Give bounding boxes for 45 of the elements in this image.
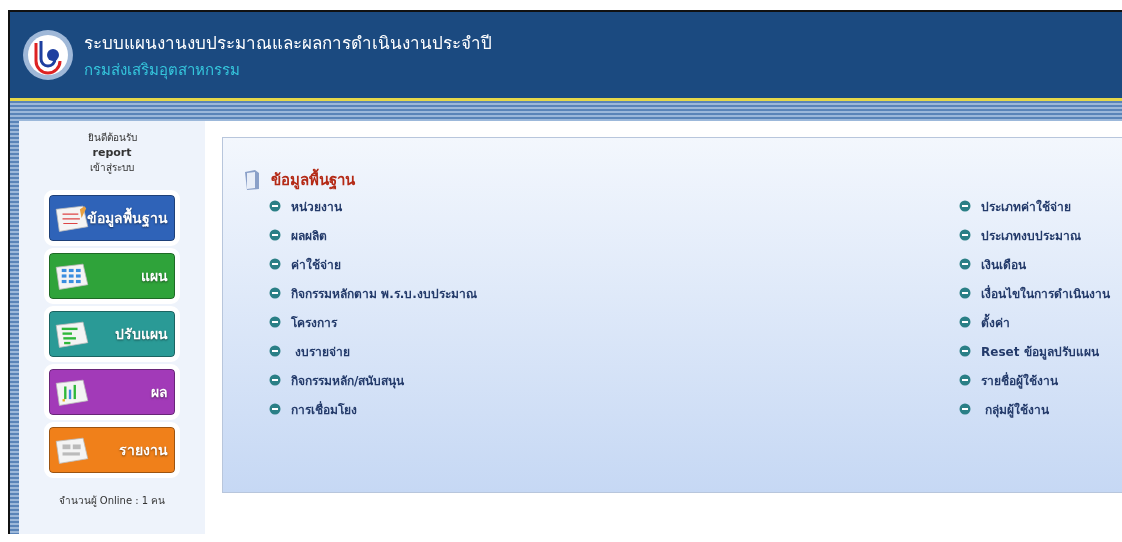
minus-bullet-icon [959, 229, 971, 241]
document-icon [53, 319, 91, 349]
menu-link[interactable]: โครงการ [269, 314, 477, 330]
document-icon [53, 261, 91, 291]
username: report [92, 145, 132, 161]
menu-link[interactable]: กิจกรรมหลักตาม พ.ร.บ.งบประมาณ [269, 285, 477, 301]
menu-link[interactable]: กิจกรรมหลัก/สนับสนุน [269, 372, 477, 388]
minus-bullet-icon [269, 345, 281, 357]
document-icon [53, 435, 91, 465]
minus-bullet-icon [269, 403, 281, 415]
menu-link[interactable]: ประเภทงบประมาณ [959, 227, 1110, 243]
minus-bullet-icon [269, 316, 281, 328]
minus-bullet-icon [269, 200, 281, 212]
app-title: ระบบแผนงานงบประมาณและผลการดำเนินงานประจำปี [84, 31, 492, 55]
menu-link[interactable]: ประเภทค่าใช้จ่าย [959, 198, 1110, 214]
logo-icon [22, 29, 74, 81]
menu-link[interactable]: ตั้งค่า [959, 314, 1110, 330]
minus-bullet-icon [959, 403, 971, 415]
minus-bullet-icon [269, 229, 281, 241]
menu-link[interactable]: หน่วยงาน [269, 198, 477, 214]
menu-link[interactable]: เงื่อนไขในการดำเนินงาน [959, 285, 1110, 301]
section-title: ข้อมูลพื้นฐาน [271, 168, 355, 192]
minus-bullet-icon [959, 287, 971, 299]
menu-link[interactable]: การเชื่อมโยง [269, 401, 477, 417]
minus-bullet-icon [959, 374, 971, 386]
menu-link[interactable]: กลุ่มผู้ใช้งาน [959, 401, 1110, 417]
document-icon [53, 377, 91, 407]
minus-bullet-icon [959, 345, 971, 357]
menu-link[interactable]: Reset ข้อมูลปรับแผน [959, 343, 1110, 359]
department-name: กรมส่งเสริมอุตสาหกรรม [84, 59, 241, 82]
menu-link[interactable]: ค่าใช้จ่าย [269, 256, 477, 272]
welcome-text: ยินดีต้อนรับ [87, 131, 137, 145]
minus-bullet-icon [269, 287, 281, 299]
menu-link[interactable]: ผลผลิต [269, 227, 477, 243]
menu-link[interactable]: เงินเดือน [959, 256, 1110, 272]
minus-bullet-icon [959, 316, 971, 328]
login-status: เข้าสู่ระบบ [90, 161, 134, 175]
minus-bullet-icon [269, 258, 281, 270]
minus-bullet-icon [959, 200, 971, 212]
folder-icon [243, 169, 261, 191]
online-count: จำนวนผู้ Online : 1 คน [58, 494, 166, 508]
menu-link[interactable]: รายชื่อผู้ใช้งาน [959, 372, 1110, 388]
minus-bullet-icon [959, 258, 971, 270]
minus-bullet-icon [269, 374, 281, 386]
menu-link[interactable]: งบรายจ่าย [269, 343, 477, 359]
